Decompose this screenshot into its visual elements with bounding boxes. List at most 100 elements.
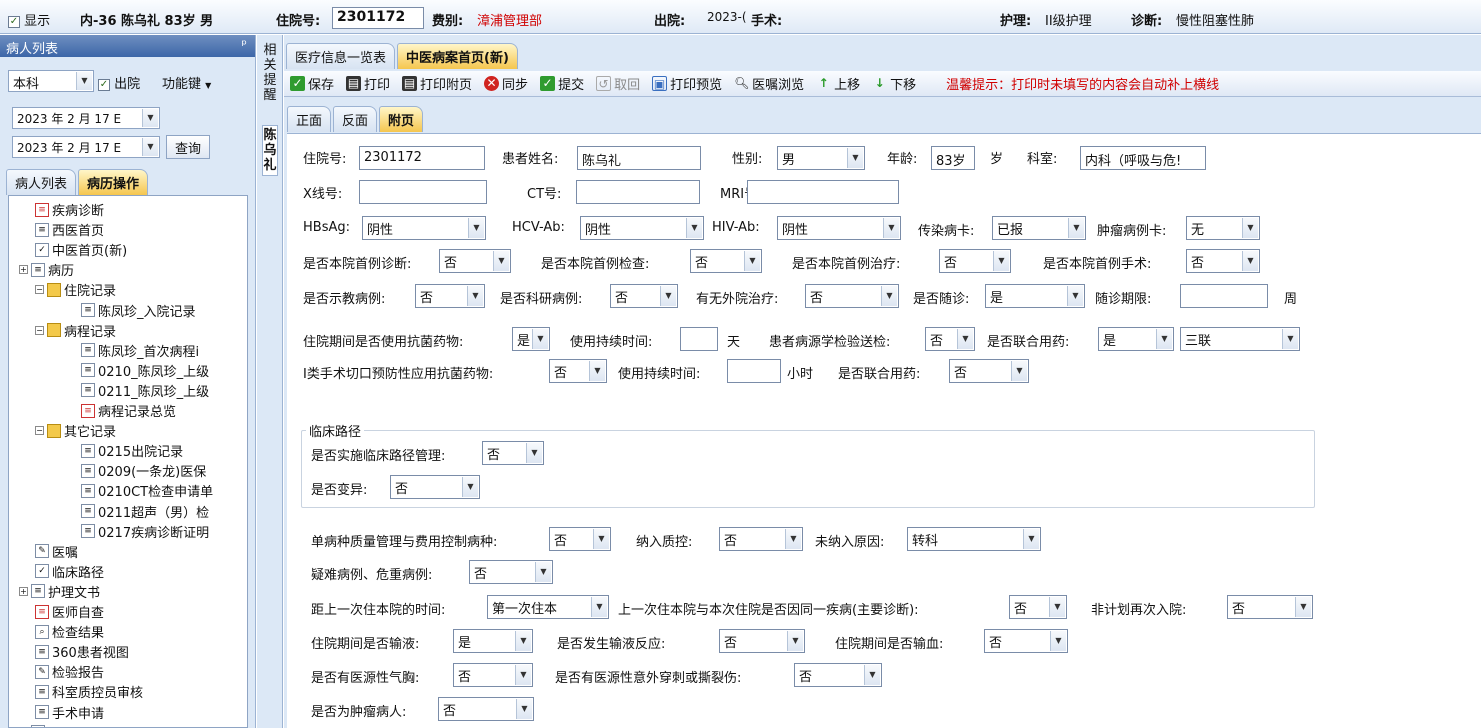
tree-node[interactable]: ✎ 医嘱 [35, 542, 78, 561]
tree-node[interactable]: ≡ 0209(一条龙)医保 [81, 461, 206, 480]
critical-select[interactable]: 否 ▼ [469, 560, 553, 584]
tree-node[interactable]: ⌕ 检查结果 [35, 622, 104, 641]
print-preview-button[interactable]: ▣ 打印预览 [652, 74, 722, 93]
first-diag-select[interactable]: 否 ▼ [439, 249, 511, 273]
tree-node[interactable]: ≡ 医师自查 [35, 602, 104, 621]
date-from-picker[interactable]: 2023 年 2 月 17 E ▼ [12, 107, 160, 129]
sync-button[interactable]: ✕ 同步 [484, 74, 528, 93]
discharged-toggle[interactable]: ✓ 出院 [98, 73, 140, 92]
tab-medical-overview[interactable]: 医疗信息一览表 [286, 43, 396, 69]
same-disease-select[interactable]: 否 ▼ [1009, 595, 1067, 619]
tree-node[interactable]: − 住院记录 [35, 280, 116, 299]
function-key-menu[interactable]: 功能键 ▼ [162, 73, 211, 92]
mri-input[interactable] [747, 180, 899, 204]
tab-patient-list[interactable]: 病人列表 [6, 169, 77, 195]
tree-node[interactable]: ≡ 360患者视图 [35, 642, 129, 661]
move-up-button[interactable]: ↑ 上移 [816, 74, 861, 93]
tree-node[interactable]: ≡ 病程记录总览 [81, 401, 176, 420]
collapse-icon[interactable]: − [35, 325, 44, 335]
ct-input[interactable] [576, 180, 700, 204]
tree-node[interactable]: ≡ 科室质控员审核 [35, 682, 143, 701]
pneumo-select[interactable]: 否 ▼ [453, 663, 533, 687]
expand-icon[interactable]: + [19, 265, 28, 275]
hbsag-select[interactable]: 阴性 ▼ [362, 216, 486, 240]
combo-type-select[interactable]: 三联 ▼ [1180, 327, 1300, 351]
tumor-select[interactable]: 无 ▼ [1186, 216, 1260, 240]
age-input[interactable]: 83岁 [931, 146, 975, 170]
single-select[interactable]: 否 ▼ [549, 527, 611, 551]
perforation-select[interactable]: 否 ▼ [794, 663, 882, 687]
hcv-select[interactable]: 阴性 ▼ [580, 216, 704, 240]
last-time-select[interactable]: 第一次住本 ▼ [487, 595, 609, 619]
transfusion-select[interactable]: 否 ▼ [984, 629, 1068, 653]
name-input[interactable]: 陈乌礼 [577, 146, 701, 170]
notqc-select[interactable]: 转科 ▼ [907, 527, 1041, 551]
save-button[interactable]: ✓ 保存 [290, 74, 334, 93]
tree-node[interactable]: ≡ 0210_陈凤珍_上级 [81, 361, 209, 380]
followup-select[interactable]: 是 ▼ [985, 284, 1085, 308]
duration-input[interactable] [680, 327, 718, 351]
followup-period-input[interactable] [1180, 284, 1268, 308]
retrieve-button[interactable]: ↺ 取回 [596, 74, 640, 93]
show-toggle[interactable]: ✓ 显示 [8, 10, 50, 29]
hiv-select[interactable]: 阴性 ▼ [777, 216, 901, 240]
dept-input[interactable]: 内科（呼吸与危! [1080, 146, 1206, 170]
qc-select[interactable]: 否 ▼ [719, 527, 803, 551]
tree-node[interactable]: ≡ 陈凤珍_入院记录 [81, 301, 196, 320]
tree-node[interactable]: ≡ 0211超声（男）检 [81, 502, 209, 521]
print-attachment-button[interactable]: ▤ 打印附页 [402, 74, 472, 93]
incision-select[interactable]: 否 ▼ [549, 359, 607, 383]
teach-select[interactable]: 否 ▼ [415, 284, 485, 308]
tab-record-operations[interactable]: 病历操作 [78, 169, 149, 195]
tree-node[interactable]: ≡ 疾病诊断 [35, 200, 104, 219]
infusion-select[interactable]: 是 ▼ [453, 629, 533, 653]
sex-select[interactable]: 男 ▼ [777, 146, 865, 170]
submit-button[interactable]: ✓ 提交 [540, 74, 584, 93]
tree-node[interactable]: ≡ 0215出院记录 [81, 441, 183, 460]
combo-select[interactable]: 是 ▼ [1098, 327, 1174, 351]
reaction-select[interactable]: 否 ▼ [719, 629, 805, 653]
admission-no-input[interactable]: 2301172 [359, 146, 485, 170]
tab-front[interactable]: 正面 [287, 106, 332, 132]
duration2-input[interactable] [727, 359, 781, 383]
pin-icon[interactable]: ᵖ [241, 38, 247, 53]
tree-node[interactable]: ✓ 临床路径 [35, 562, 104, 581]
first-surg-select[interactable]: 否 ▼ [1186, 249, 1260, 273]
outside-select[interactable]: 否 ▼ [805, 284, 899, 308]
xray-input[interactable] [359, 180, 487, 204]
tree-node[interactable]: + ≡ 病历 [19, 260, 74, 279]
tree-node[interactable]: ✓ 中医首页(新) [35, 240, 127, 259]
tree-node[interactable]: + ≡ 护理文书 [19, 582, 100, 601]
orders-browse-button[interactable]: 🔍︎ 医嘱浏览 [734, 74, 804, 93]
combo2-select[interactable]: 否 ▼ [949, 359, 1029, 383]
tree-node[interactable]: ≡ 0217疾病诊断证明 [81, 522, 209, 541]
tree-node[interactable]: − 其它记录 [35, 421, 116, 440]
patient-name-tab[interactable]: 陈乌礼 [262, 125, 278, 176]
tumor-patient-select[interactable]: 否 ▼ [438, 697, 534, 721]
tree-node[interactable]: ≡ 0210CT检查申请单 [81, 481, 213, 500]
move-down-button[interactable]: ↓ 下移 [872, 74, 917, 93]
collapse-icon[interactable]: − [35, 426, 44, 436]
unplanned-select[interactable]: 否 ▼ [1227, 595, 1313, 619]
first-treat-select[interactable]: 否 ▼ [939, 249, 1011, 273]
collapse-icon[interactable]: − [35, 285, 44, 295]
antibiotic-select[interactable]: 是 ▼ [512, 327, 550, 351]
show-checkbox[interactable]: ✓ [8, 15, 20, 28]
tree-node[interactable]: − 病程记录 [35, 321, 116, 340]
tree-node[interactable]: ✎ 检验报告 [35, 662, 104, 681]
print-button[interactable]: ▤ 打印 [346, 74, 390, 93]
tab-attachment[interactable]: 附页 [379, 106, 424, 132]
pathogen-select[interactable]: 否 ▼ [925, 327, 975, 351]
admission-no-field[interactable]: 2301172 [332, 7, 424, 29]
dept-select[interactable]: 本科 ▼ [8, 70, 94, 92]
variation-select[interactable]: 否 ▼ [390, 475, 480, 499]
tree-node[interactable]: ≡ 西医首页 [35, 220, 104, 239]
pathway-select[interactable]: 否 ▼ [482, 441, 544, 465]
related-reminder-tab[interactable]: 相关提醒 [262, 43, 278, 103]
tree-node[interactable]: ≡ 0211_陈凤珍_上级 [81, 381, 209, 400]
query-button[interactable]: 查询 [166, 135, 210, 159]
tree-node[interactable]: +≡报告卡 [19, 723, 87, 727]
infect-select[interactable]: 已报 ▼ [992, 216, 1086, 240]
tab-back[interactable]: 反面 [333, 106, 378, 132]
tree-node[interactable]: ≡ 手术申请 [35, 703, 104, 722]
